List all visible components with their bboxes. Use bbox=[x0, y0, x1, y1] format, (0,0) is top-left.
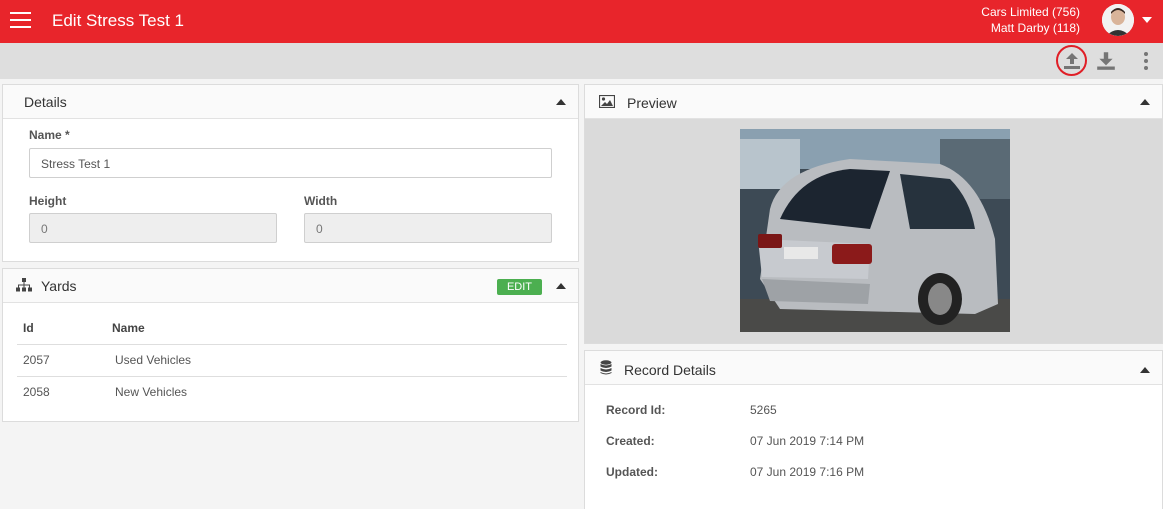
record-details-title: Record Details bbox=[624, 362, 716, 378]
yards-title: Yards bbox=[41, 278, 77, 294]
page-title: Edit Stress Test 1 bbox=[52, 11, 184, 30]
action-toolbar bbox=[0, 43, 1163, 79]
yard-name: New Vehicles bbox=[115, 385, 188, 399]
table-row[interactable]: 2058 New Vehicles bbox=[17, 377, 567, 407]
name-field[interactable]: Stress Test 1 bbox=[29, 148, 552, 178]
details-title: Details bbox=[24, 94, 67, 110]
yards-panel-header[interactable]: Yards EDIT bbox=[3, 269, 578, 303]
details-panel: Details Name * Stress Test 1 Height 0 Wi… bbox=[2, 84, 579, 262]
collapse-icon[interactable] bbox=[556, 283, 566, 289]
account-dropdown-icon[interactable] bbox=[1142, 17, 1152, 23]
yards-panel: Yards EDIT Id Name 2057 Used Vehicles 20… bbox=[2, 268, 579, 422]
record-details-panel-header[interactable]: Record Details bbox=[585, 351, 1162, 385]
app-header: Edit Stress Test 1 Cars Limited (756) Ma… bbox=[0, 0, 1163, 43]
image-icon bbox=[599, 95, 615, 108]
sitemap-icon bbox=[16, 278, 32, 292]
collapse-icon[interactable] bbox=[1140, 367, 1150, 373]
hamburger-menu-icon[interactable] bbox=[10, 12, 31, 30]
yard-id: 2058 bbox=[23, 385, 50, 399]
yard-name: Used Vehicles bbox=[115, 353, 192, 367]
height-label: Height bbox=[29, 194, 67, 208]
car-photo bbox=[740, 129, 1010, 332]
width-label: Width bbox=[304, 194, 338, 208]
more-vert-icon[interactable] bbox=[1132, 47, 1160, 75]
upload-icon[interactable] bbox=[1056, 45, 1087, 76]
table-row[interactable]: 2057 Used Vehicles bbox=[17, 345, 567, 375]
preview-panel-header[interactable]: Preview bbox=[585, 85, 1162, 119]
width-field: 0 bbox=[304, 213, 552, 243]
updated-label: Updated: bbox=[606, 465, 658, 479]
details-panel-header[interactable]: Details bbox=[3, 85, 578, 119]
collapse-icon[interactable] bbox=[556, 99, 566, 105]
edit-yards-button[interactable]: EDIT bbox=[496, 279, 542, 295]
company-name: Cars Limited (756) bbox=[981, 5, 1080, 19]
column-header-id: Id bbox=[23, 321, 34, 335]
account-info[interactable]: Cars Limited (756) Matt Darby (118) bbox=[981, 4, 1080, 36]
user-name: Matt Darby (118) bbox=[990, 21, 1080, 35]
record-id-value: 5265 bbox=[750, 403, 777, 417]
preview-panel: Preview bbox=[584, 84, 1163, 344]
name-label: Name * bbox=[29, 128, 70, 142]
record-details-panel: Record Details Record Id: 5265 Created: … bbox=[584, 350, 1163, 509]
created-value: 07 Jun 2019 7:14 PM bbox=[750, 434, 865, 448]
updated-value: 07 Jun 2019 7:16 PM bbox=[750, 465, 865, 479]
created-label: Created: bbox=[606, 434, 655, 448]
collapse-icon[interactable] bbox=[1140, 99, 1150, 105]
height-field: 0 bbox=[29, 213, 277, 243]
avatar[interactable] bbox=[1102, 4, 1134, 36]
preview-area bbox=[585, 119, 1162, 343]
download-icon[interactable] bbox=[1092, 47, 1120, 75]
yard-id: 2057 bbox=[23, 353, 50, 367]
record-id-label: Record Id: bbox=[606, 403, 666, 417]
database-icon bbox=[600, 360, 612, 375]
preview-title: Preview bbox=[627, 95, 677, 111]
column-header-name: Name bbox=[112, 321, 145, 335]
